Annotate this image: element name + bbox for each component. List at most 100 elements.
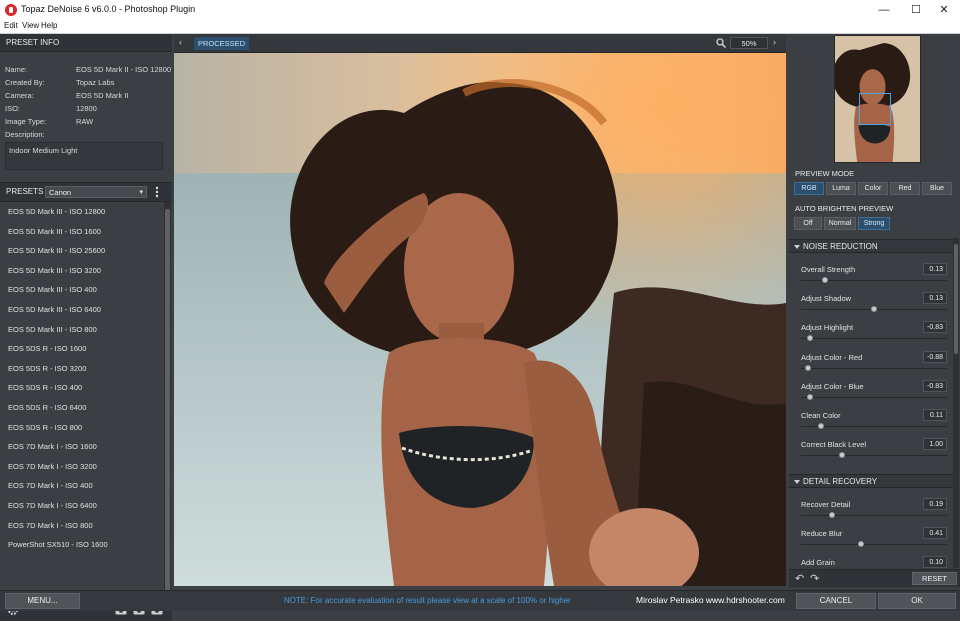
auto-brighten-normal[interactable]: Normal	[824, 217, 856, 230]
close-button[interactable]: ✕	[928, 0, 960, 20]
collapse-right-icon[interactable]: ›	[773, 37, 776, 47]
slider-track[interactable]	[801, 455, 947, 457]
preset-category-value: Canon	[49, 188, 72, 197]
info-label-camera: Camera:	[5, 91, 34, 100]
preview-photo	[174, 53, 786, 586]
collapse-left-icon[interactable]: ‹	[179, 37, 182, 47]
slider-label: Adjust Shadow	[801, 294, 852, 304]
info-label-image-type: Image Type:	[5, 117, 47, 126]
window-title: Topaz DeNoise 6 v6.0.0 - Photoshop Plugi…	[21, 4, 196, 14]
bottom-bar: MENU... NOTE: For accurate evaluation of…	[0, 590, 960, 611]
slider-handle[interactable]	[858, 541, 865, 548]
menu-edit[interactable]: Edit	[4, 21, 18, 30]
slider-value-field[interactable]: -0.83	[923, 379, 947, 392]
slider-value-field[interactable]: 0.41	[923, 527, 947, 540]
reset-button[interactable]: RESET	[912, 572, 957, 585]
menu-button[interactable]: MENU...	[5, 593, 80, 609]
slider-label: Reduce Blur	[801, 529, 843, 539]
slider-handle[interactable]	[817, 423, 824, 429]
undo-icon[interactable]: ↶	[795, 572, 804, 585]
preset-list-item[interactable]: EOS 7D Mark I - ISO 400	[0, 476, 164, 496]
slider-value-field[interactable]: -0.83	[923, 321, 947, 334]
ok-button[interactable]: OK	[878, 593, 956, 609]
slider-track[interactable]	[801, 544, 947, 546]
slider-value-field[interactable]: 0.10	[923, 556, 947, 569]
slider-track[interactable]	[801, 515, 947, 516]
info-label-iso: ISO:	[5, 104, 21, 113]
slider-track[interactable]	[801, 338, 947, 340]
slider-handle[interactable]	[871, 306, 877, 313]
description-field[interactable]: Indoor Medium Light	[5, 142, 163, 170]
preset-list-item[interactable]: EOS 5D Mark III - ISO 400	[0, 280, 164, 300]
settings-scrollbar-thumb[interactable]	[954, 244, 958, 354]
slider-value-field[interactable]: 0.13	[923, 292, 947, 305]
noise-reduction-sliders: Overall Strength 0.13 Adjust Shadow 0.13 Adj…	[789, 254, 953, 476]
slider-handle[interactable]	[805, 364, 812, 371]
menu-help[interactable]: Help	[41, 21, 57, 30]
preset-list-item[interactable]: EOS 5DS R - ISO 3200	[0, 359, 164, 379]
slider-value-field[interactable]: 1.00	[923, 438, 947, 451]
slider-track[interactable]	[801, 367, 947, 369]
search-zoom-icon[interactable]	[716, 38, 726, 48]
navigator-viewport[interactable]	[859, 93, 891, 125]
image-preview[interactable]	[174, 53, 786, 586]
info-label-name: Name:	[5, 65, 28, 74]
slider-value-field[interactable]: 0.19	[923, 498, 947, 510]
noise-reduction-header[interactable]: NOISE REDUCTION	[789, 239, 953, 253]
slider-label: Adjust Color - Blue	[801, 381, 864, 391]
slider-handle[interactable]	[822, 277, 828, 283]
menu-view[interactable]: View	[22, 21, 39, 30]
navigator-thumbnail[interactable]	[834, 35, 921, 163]
slider-label: Correct Black Level	[801, 440, 867, 450]
preview-mode-blue[interactable]: Blue	[922, 182, 952, 195]
preset-list-item[interactable]: EOS 5DS R - ISO 400	[0, 378, 164, 398]
preview-mode-rgb[interactable]: RGB	[794, 182, 824, 195]
preset-list: EOS 5D Mark III - ISO 12800 EOS 5D Mark I…	[0, 202, 164, 597]
info-value-created-by: Topaz Labs	[76, 78, 115, 87]
preset-scrollbar-thumb[interactable]	[165, 209, 170, 594]
slider-handle[interactable]	[838, 452, 845, 459]
preview-toolbar: ‹ PROCESSED 50% ›	[174, 34, 786, 53]
preview-mode-color[interactable]: Color	[858, 182, 888, 195]
auto-brighten-strong[interactable]: Strong	[858, 217, 890, 230]
preset-options-icon[interactable]	[153, 185, 161, 199]
preset-list-item[interactable]: EOS 5D Mark III - ISO 6400	[0, 300, 164, 320]
preset-list-item[interactable]: EOS 5D Mark III - ISO 3200	[0, 261, 164, 281]
zoom-level[interactable]: 50%	[730, 37, 768, 49]
preset-list-item[interactable]: EOS 5DS R - ISO 6400	[0, 398, 164, 418]
info-value-image-type: RAW	[76, 117, 94, 126]
minimize-button[interactable]: —	[868, 0, 900, 20]
cancel-button[interactable]: CANCEL	[796, 593, 876, 609]
detail-recovery-header[interactable]: DETAIL RECOVERY	[789, 474, 953, 488]
preset-list-item[interactable]: EOS 5DS R - ISO 1600	[0, 339, 164, 359]
slider-value-field[interactable]: -0.88	[923, 350, 947, 363]
slider-track[interactable]	[801, 396, 947, 398]
photo-credit: Miroslav Petrasko www.hdrshooter.com	[636, 595, 785, 605]
chevron-down-icon: ▾	[139, 189, 143, 196]
info-value-camera: EOS 5D Mark II	[76, 91, 129, 100]
slider-handle[interactable]	[829, 512, 835, 518]
slider-handle[interactable]	[806, 393, 813, 400]
preset-list-item[interactable]: EOS 5D Mark III - ISO 25600	[0, 241, 164, 261]
slider-value-field[interactable]: 0.11	[923, 409, 947, 421]
preset-list-item[interactable]: EOS 7D Mark I - ISO 3200	[0, 457, 164, 477]
preset-list-item[interactable]: EOS 7D Mark I - ISO 1600	[0, 437, 164, 457]
preview-mode-luma[interactable]: Luma	[826, 182, 856, 195]
slider-label: Clean Color	[801, 411, 841, 420]
preset-list-item[interactable]: EOS 5D Mark III - ISO 800	[0, 320, 164, 340]
preset-list-item[interactable]: EOS 7D Mark I - ISO 6400	[0, 496, 164, 516]
preset-list-item[interactable]: EOS 5D Mark III - ISO 12800	[0, 202, 164, 222]
preset-category-select[interactable]: Canon ▾	[45, 186, 147, 198]
preset-list-item[interactable]: EOS 7D Mark I - ISO 800	[0, 516, 164, 536]
slider-value-field[interactable]: 0.13	[923, 263, 947, 275]
preview-mode-label: PREVIEW MODE	[795, 169, 855, 178]
preset-list-item[interactable]: EOS 5D Mark III - ISO 1600	[0, 222, 164, 242]
preset-list-item[interactable]: PowerShot SX510 - ISO 1600	[0, 535, 164, 555]
preset-list-item[interactable]: EOS 5DS R - ISO 800	[0, 418, 164, 438]
auto-brighten-off[interactable]: Off	[794, 217, 822, 230]
menu-bar: Edit View Help	[0, 20, 960, 34]
preview-mode-red[interactable]: Red	[890, 182, 920, 195]
processed-tab[interactable]: PROCESSED	[194, 37, 250, 50]
redo-icon[interactable]: ↷	[810, 572, 819, 585]
slider-handle[interactable]	[806, 335, 813, 342]
